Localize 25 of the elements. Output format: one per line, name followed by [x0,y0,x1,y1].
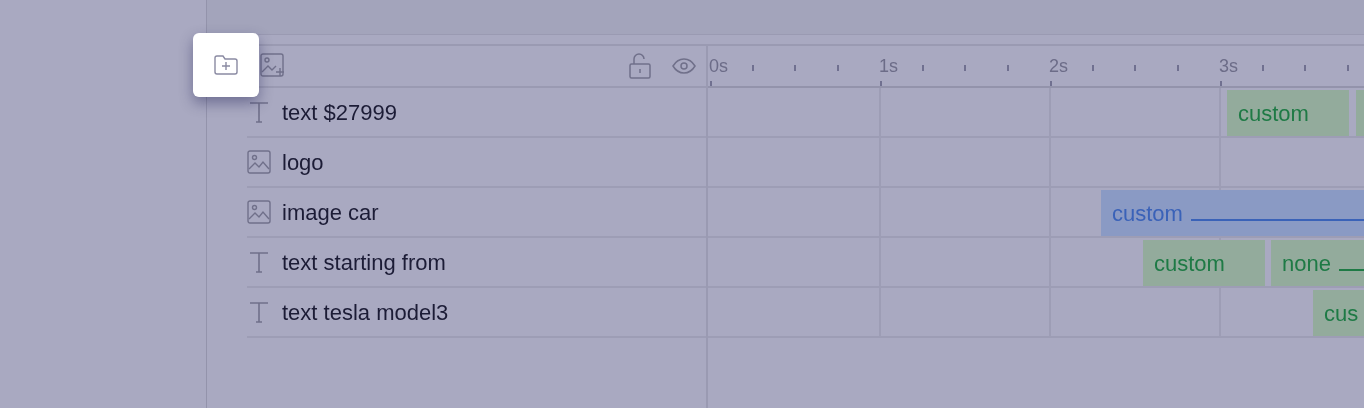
layer-name[interactable]: image car [282,195,379,229]
folder-plus-icon [213,54,239,76]
layer-name[interactable]: text $27999 [282,95,397,129]
layer-name[interactable]: logo [282,145,324,179]
clip-label: custom [1154,249,1225,278]
time-label: 2s [1049,55,1068,78]
layer-name[interactable]: text tesla model3 [282,295,449,329]
time-label: 0s [709,55,728,78]
add-image-button[interactable] [259,52,287,80]
eye-icon[interactable] [672,58,696,74]
image-icon [247,150,271,174]
time-label: 1s [879,55,898,78]
text-type-icon [247,100,271,124]
clip-label: none [1282,249,1331,278]
text-type-icon [247,250,271,274]
clip-label: custom [1112,199,1183,228]
image-icon [247,200,271,224]
unlock-icon[interactable] [629,53,651,79]
image-plus-icon [260,53,286,79]
clip-label: custom [1238,99,1309,128]
text-type-icon [247,300,271,324]
time-label: 3s [1219,55,1238,78]
layer-name[interactable]: text starting from [282,245,446,279]
clip-label: cus [1324,299,1359,328]
add-folder-button[interactable] [193,33,259,97]
